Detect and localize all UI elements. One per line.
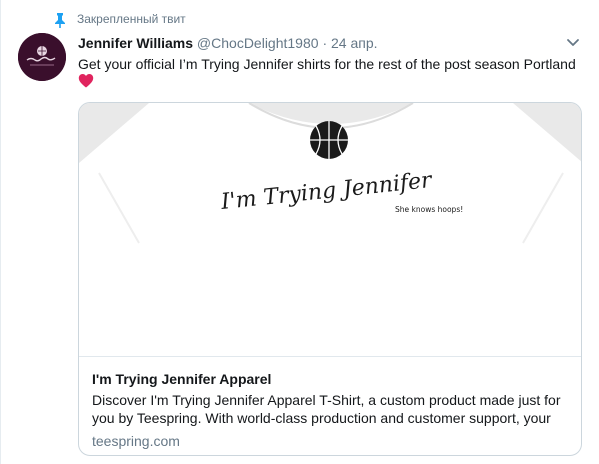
link-card[interactable]: I'm Trying Jennifer She knows hoops! I'm… [78,102,582,456]
avatar-image [18,33,66,81]
pinned-indicator: Закрепленный твит [53,11,186,29]
separator-dot: · [322,35,328,51]
tweet-timestamp[interactable]: 24 апр. [331,35,378,51]
card-title: I'm Trying Jennifer Apparel [92,371,272,387]
tweet-text: Get your official I’m Trying Jennifer sh… [78,56,576,72]
card-image[interactable]: I'm Trying Jennifer She knows hoops! [79,103,581,357]
tweet-header: Jennifer Williams @ChocDelight1980 · 24 … [78,35,578,53]
pinned-tweet[interactable]: Закрепленный твит Jennifer Williams @Cho… [0,0,599,464]
basketball-icon [310,121,348,159]
pinned-label: Закрепленный твит [77,12,186,26]
author-handle[interactable]: @ChocDelight1980 [197,35,319,51]
author-name[interactable]: Jennifer Williams [78,35,193,51]
chevron-down-icon[interactable] [566,38,580,48]
tshirt-image: I'm Trying Jennifer She knows hoops! [79,103,581,356]
card-description: Discover I'm Trying Jennifer Apparel T-S… [92,392,561,426]
pin-icon [55,13,65,28]
card-body[interactable]: I'm Trying Jennifer Apparel Discover I'm… [79,357,581,455]
card-domain: teespring.com [92,433,180,449]
shirt-subtext: She knows hoops! [395,205,463,214]
red-heart-emoji-icon [78,74,94,88]
avatar[interactable] [18,33,66,81]
